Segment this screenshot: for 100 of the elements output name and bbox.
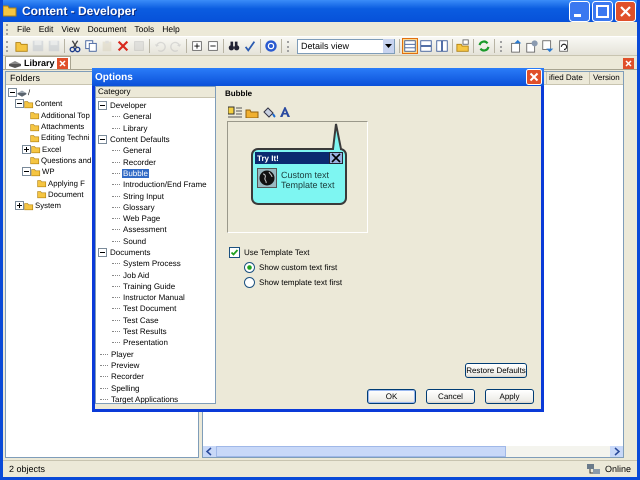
close-tab-icon[interactable] bbox=[56, 58, 68, 68]
radio-label[interactable]: Show custom text first bbox=[259, 263, 338, 272]
category-item[interactable]: Recorder bbox=[122, 158, 157, 167]
column-header: Category bbox=[96, 87, 215, 98]
category-item[interactable]: Presentation bbox=[122, 338, 169, 348]
download-icon[interactable] bbox=[541, 39, 555, 53]
delete-icon[interactable] bbox=[116, 39, 130, 53]
dialog-button[interactable]: Cancel bbox=[426, 389, 475, 404]
category-item[interactable]: Web Page bbox=[122, 214, 162, 224]
minus-box-icon[interactable] bbox=[206, 39, 220, 53]
menu-item[interactable]: Document bbox=[84, 24, 132, 34]
collapse-icon[interactable] bbox=[22, 167, 31, 176]
view-dropdown[interactable]: Details view bbox=[297, 38, 395, 54]
plus-box-icon[interactable] bbox=[190, 39, 204, 53]
help-icon[interactable] bbox=[264, 39, 278, 53]
section-heading: Bubble bbox=[225, 88, 254, 100]
bubble-text: Template text bbox=[281, 180, 335, 190]
close-button[interactable] bbox=[526, 69, 542, 85]
folder-properties-icon[interactable] bbox=[456, 39, 470, 53]
folder-icon bbox=[30, 132, 40, 143]
checkbox-label[interactable]: Use Template Text bbox=[244, 248, 310, 257]
category-item[interactable]: Test Document bbox=[122, 304, 178, 314]
copy-icon[interactable] bbox=[84, 39, 98, 53]
gear-page-icon[interactable] bbox=[525, 39, 539, 53]
scroll-right-icon[interactable] bbox=[610, 446, 623, 457]
collapse-icon[interactable] bbox=[98, 248, 107, 257]
spellcheck-icon[interactable] bbox=[243, 39, 257, 53]
upload-icon[interactable] bbox=[509, 39, 523, 53]
binoculars-icon[interactable] bbox=[227, 39, 241, 53]
category-item[interactable]: Player bbox=[110, 350, 135, 359]
computer-icon bbox=[17, 88, 27, 98]
scroll-thumb[interactable] bbox=[216, 446, 506, 457]
category-item[interactable]: System Process bbox=[122, 259, 182, 268]
menu-item[interactable]: Edit bbox=[36, 24, 58, 34]
network-icon bbox=[586, 462, 602, 476]
radio-button[interactable] bbox=[244, 262, 255, 273]
layout-icon[interactable] bbox=[228, 106, 242, 118]
menu-item[interactable]: Tools bbox=[131, 24, 160, 34]
category-item[interactable]: Sound bbox=[122, 236, 148, 246]
split-vertical-icon[interactable] bbox=[435, 39, 449, 53]
category-item[interactable]: Training Guide bbox=[122, 282, 176, 291]
category-item[interactable]: Introduction/End Frame bbox=[122, 180, 208, 190]
category-item[interactable]: Recorder bbox=[110, 372, 145, 382]
page-undo-icon[interactable] bbox=[557, 39, 571, 53]
menu-item[interactable]: File bbox=[14, 24, 36, 34]
category-item[interactable]: General bbox=[122, 112, 152, 122]
category-item[interactable]: Library bbox=[122, 124, 148, 133]
menu-item[interactable]: View bbox=[58, 24, 85, 34]
cut-icon[interactable] bbox=[68, 39, 82, 53]
category-item[interactable]: Preview bbox=[110, 360, 140, 370]
category-item[interactable]: Bubble bbox=[122, 168, 149, 178]
expand-icon[interactable] bbox=[22, 144, 31, 154]
category-item[interactable]: General bbox=[122, 146, 152, 156]
library-tab[interactable]: Library bbox=[5, 56, 71, 69]
maximize-button[interactable] bbox=[592, 0, 613, 22]
category-item[interactable]: Glossary bbox=[122, 202, 156, 212]
radio-button[interactable] bbox=[244, 277, 255, 288]
bubble-text: Custom text bbox=[281, 170, 330, 180]
column-header[interactable]: ified Date bbox=[546, 72, 589, 84]
category-item[interactable]: Documents bbox=[109, 248, 152, 257]
folder-icon bbox=[31, 144, 41, 154]
split-horizontal-icon[interactable] bbox=[419, 39, 433, 53]
column-header[interactable]: Version bbox=[589, 72, 623, 84]
restore-defaults-button[interactable]: Restore Defaults bbox=[465, 363, 527, 378]
horizontal-scrollbar[interactable] bbox=[203, 446, 623, 457]
menu-item[interactable]: Help bbox=[159, 24, 185, 34]
expand-icon[interactable] bbox=[15, 201, 24, 210]
collapse-icon[interactable] bbox=[8, 88, 17, 98]
scroll-left-icon[interactable] bbox=[203, 446, 216, 457]
radio-label[interactable]: Show template text first bbox=[259, 278, 342, 287]
dialog-title: Options bbox=[95, 72, 133, 82]
checkbox[interactable] bbox=[229, 247, 240, 258]
collapse-icon[interactable] bbox=[98, 101, 107, 110]
category-item[interactable]: String Input bbox=[122, 192, 165, 201]
minimize-button[interactable] bbox=[569, 0, 590, 22]
window-title: Content - Developer bbox=[22, 4, 136, 18]
folder-icon bbox=[30, 155, 40, 166]
close-button[interactable] bbox=[615, 0, 636, 22]
category-item[interactable]: Target Applications bbox=[110, 394, 180, 404]
details-view-icon[interactable] bbox=[403, 39, 417, 53]
refresh-icon[interactable] bbox=[477, 39, 491, 53]
close-pane-icon[interactable] bbox=[623, 58, 634, 69]
status-text: 2 objects bbox=[9, 464, 46, 474]
collapse-icon[interactable] bbox=[98, 135, 107, 144]
category-item[interactable]: Instructor Manual bbox=[122, 293, 186, 302]
category-item[interactable]: Developer bbox=[109, 101, 148, 110]
globe-icon bbox=[257, 168, 277, 188]
open-folder-icon[interactable] bbox=[15, 39, 29, 53]
dialog-button[interactable]: OK bbox=[367, 389, 416, 404]
category-item[interactable]: Test Case bbox=[122, 316, 160, 325]
paint-bucket-icon[interactable] bbox=[262, 106, 276, 118]
collapse-icon[interactable] bbox=[15, 99, 24, 108]
font-icon[interactable] bbox=[279, 106, 291, 118]
category-item[interactable]: Spelling bbox=[110, 384, 140, 393]
category-item[interactable]: Test Results bbox=[122, 327, 168, 336]
category-item[interactable]: Job Aid bbox=[122, 270, 150, 280]
close-icon bbox=[329, 152, 343, 164]
category-item[interactable]: Content Defaults bbox=[109, 135, 171, 144]
category-item[interactable]: Assessment bbox=[122, 225, 168, 234]
dialog-button[interactable]: Apply bbox=[485, 389, 534, 404]
